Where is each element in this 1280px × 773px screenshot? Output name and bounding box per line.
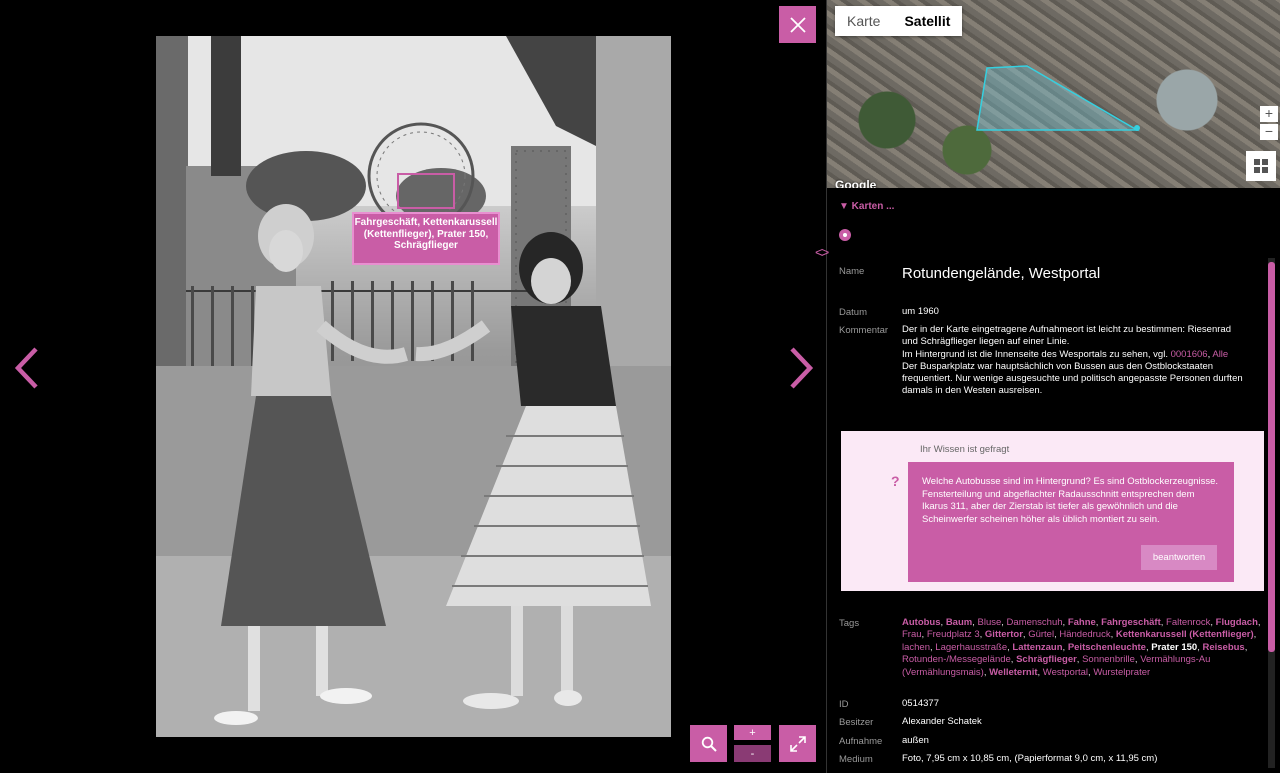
tab-satellit[interactable]: Satellit: [892, 6, 962, 36]
tag-link[interactable]: Freudplatz 3: [927, 629, 980, 640]
historic-photo: [156, 36, 671, 737]
tag-link[interactable]: Schrägflieger: [1016, 654, 1077, 665]
tag-link[interactable]: Fahrgeschäft: [1101, 617, 1161, 628]
search-icon: [701, 736, 717, 752]
close-icon: [789, 16, 806, 33]
name-label: Name: [839, 266, 865, 277]
kommentar-line-2-text: Im Hintergrund ist die Innenseite des We…: [902, 348, 1168, 360]
medium-value: Foto, 7,95 cm x 10,85 cm, (Papierformat …: [902, 753, 1158, 764]
info-panel: Karte Satellit + − Google ▼ Karten ... <…: [815, 0, 1280, 773]
datum-label: Datum: [839, 307, 867, 318]
zoom-in-button[interactable]: +: [734, 725, 771, 740]
image-viewer: Fahrgeschäft, Kettenkarussell (Kettenfli…: [0, 0, 826, 773]
knowledge-question: Welche Autobusse sind im Hintergrund? Es…: [908, 462, 1234, 582]
knowledge-question-text: Welche Autobusse sind im Hintergrund? Es…: [922, 476, 1219, 525]
tag-link[interactable]: Westportal: [1043, 667, 1088, 678]
tag-link[interactable]: Damenschuh: [1007, 617, 1063, 628]
tag-list: Autobus, Baum, Bluse, Damenschuh, Fahne,…: [902, 617, 1261, 678]
image-title: Rotundengelände, Westportal: [902, 265, 1101, 282]
tag-link[interactable]: lachen: [902, 642, 930, 653]
tag-link[interactable]: Wurstelprater: [1093, 667, 1150, 678]
all-link[interactable]: Alle: [1212, 349, 1228, 360]
scrollbar-thumb[interactable]: [1268, 262, 1275, 652]
knowledge-heading: Ihr Wissen ist gefragt: [920, 444, 1010, 455]
tag-link[interactable]: Welleternit: [989, 667, 1037, 678]
maps-toggle[interactable]: ▼ Karten ...: [839, 201, 894, 212]
fullscreen-button[interactable]: [779, 725, 816, 762]
aufnahme-value: außen: [902, 735, 929, 746]
photo-illustration: [156, 36, 671, 737]
tag-link[interactable]: Sonnenbrille: [1082, 654, 1135, 665]
tag-link[interactable]: Lattenzaun: [1012, 642, 1062, 653]
tag-link[interactable]: Reisebus: [1202, 642, 1244, 653]
expand-icon: [789, 735, 806, 752]
tag-link[interactable]: Fahne: [1068, 617, 1096, 628]
tag-link[interactable]: Gittertor: [985, 629, 1023, 640]
annotation-highlight-box[interactable]: [397, 173, 455, 209]
answer-button[interactable]: beantworten: [1141, 545, 1217, 570]
annotation-label[interactable]: Fahrgeschäft, Kettenkarussell (Kettenfli…: [352, 212, 500, 265]
kommentar-line-2: Im Hintergrund ist die Innenseite des We…: [902, 348, 1229, 360]
tag-link[interactable]: Kettenkarussell (Kettenflieger): [1116, 629, 1254, 640]
kommentar-line-1: Der in der Karte eingetragene Aufnahmeor…: [902, 324, 1231, 348]
kommentar-label: Kommentar: [839, 325, 889, 336]
grid-icon: [1254, 159, 1268, 173]
tag-link[interactable]: Gürtel: [1028, 629, 1054, 640]
tag-link[interactable]: Baum: [946, 617, 972, 628]
previous-image-button[interactable]: [12, 345, 42, 391]
aufnahme-label: Aufnahme: [839, 736, 883, 747]
map-zoom-out-button[interactable]: −: [1260, 124, 1278, 140]
reference-link[interactable]: 0001606: [1171, 349, 1208, 360]
tag-link[interactable]: Flugdach: [1216, 617, 1258, 628]
close-button[interactable]: [779, 6, 816, 43]
chevron-right-icon: [790, 347, 814, 389]
next-image-button[interactable]: [786, 345, 816, 391]
knowledge-box: Ihr Wissen ist gefragt ? Welche Autobuss…: [841, 431, 1264, 591]
map-type-tabs: Karte Satellit: [835, 6, 963, 36]
google-attribution: Google: [835, 178, 877, 188]
id-label: ID: [839, 699, 849, 710]
magnify-button[interactable]: [690, 725, 727, 762]
tag-link[interactable]: Faltenrock: [1166, 617, 1210, 628]
tags-label: Tags: [839, 618, 860, 629]
map-zoom-in-button[interactable]: +: [1260, 106, 1278, 122]
kommentar-line-3: Der Busparkplatz war hauptsächlich von B…: [902, 360, 1243, 397]
tag-link[interactable]: Autobus: [902, 617, 941, 628]
id-value: 0514377: [902, 698, 939, 709]
collapse-panel-icon[interactable]: <>: [815, 244, 829, 260]
scrollbar[interactable]: [1268, 258, 1275, 768]
tag-link[interactable]: Frau: [902, 629, 922, 640]
question-mark-icon: ?: [891, 473, 900, 489]
kommentar-text: Der in der Karte eingetragene Aufnahmeor…: [902, 324, 1247, 398]
tab-karte[interactable]: Karte: [835, 6, 892, 36]
tag-link[interactable]: Bluse: [978, 617, 1002, 628]
tag-link[interactable]: Lagerhausstraße: [935, 642, 1007, 653]
satellite-map[interactable]: Karte Satellit + − Google: [827, 0, 1280, 188]
datum-value: um 1960: [902, 306, 939, 317]
besitzer-value: Alexander Schatek: [902, 716, 982, 727]
tag-link[interactable]: Rotunden-/Messegelände: [902, 654, 1011, 665]
tag-link[interactable]: Peitschenleuchte: [1068, 642, 1146, 653]
tag-link[interactable]: Händedruck: [1059, 629, 1110, 640]
tag-link[interactable]: Prater 150: [1151, 642, 1197, 653]
medium-label: Medium: [839, 754, 873, 765]
chevron-left-icon: [14, 347, 38, 389]
besitzer-label: Besitzer: [839, 717, 874, 728]
location-pin-icon[interactable]: [839, 229, 851, 241]
zoom-out-button[interactable]: -: [734, 745, 771, 762]
map-layers-button[interactable]: [1246, 151, 1276, 181]
